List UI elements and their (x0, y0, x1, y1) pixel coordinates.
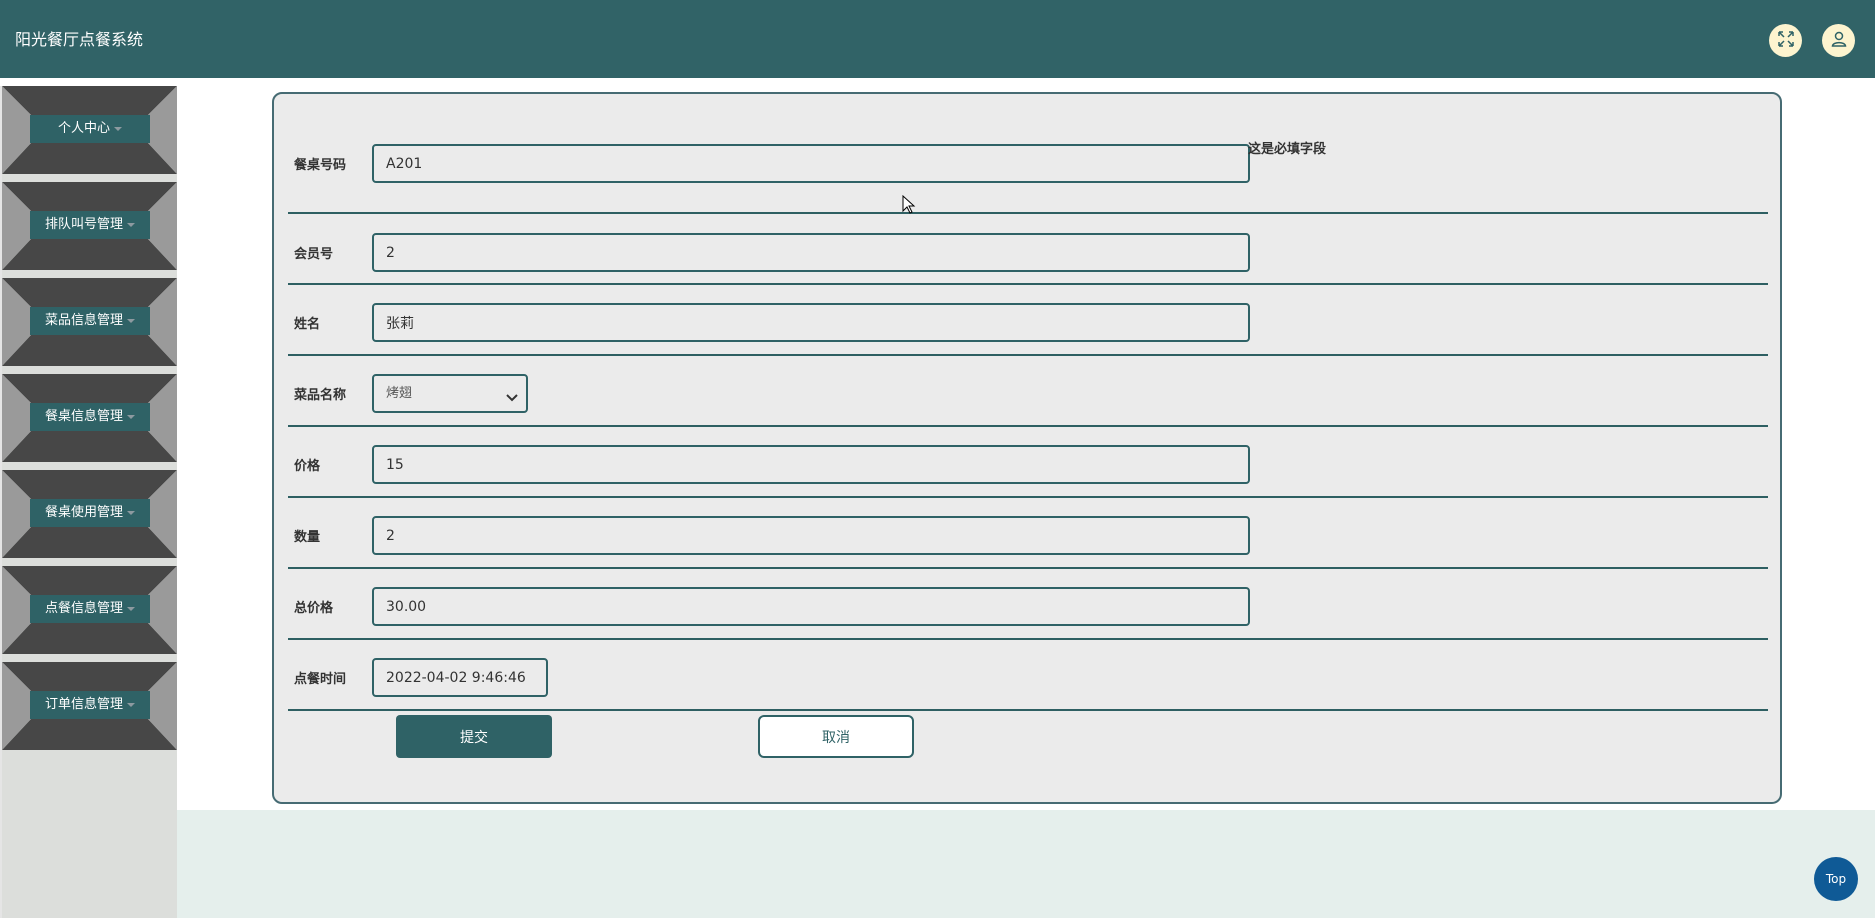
quantity-label: 数量 (294, 530, 321, 545)
form-row-name: 姓名 (288, 285, 1768, 356)
chevron-down-icon (127, 606, 135, 611)
form-row-dish: 菜品名称 烤翅 (288, 356, 1768, 427)
sidebar-item-queue-management[interactable]: 排队叫号管理 (2, 182, 177, 270)
form-row-quantity: 数量 (288, 498, 1768, 569)
sidebar-item-label: 点餐信息管理 (30, 595, 150, 623)
form-row-order-time: 点餐时间 (288, 640, 1768, 711)
sidebar-item-label: 订单信息管理 (30, 691, 150, 719)
fullscreen-icon (1777, 30, 1795, 52)
price-input[interactable] (372, 445, 1250, 484)
dish-label: 菜品名称 (294, 388, 347, 403)
total-input[interactable] (372, 587, 1250, 626)
sidebar-item-label: 个人中心 (30, 115, 150, 143)
sidebar-item-bill-info[interactable]: 订单信息管理 (2, 662, 177, 750)
chevron-down-icon (127, 222, 135, 227)
required-field-note: 这是必填字段 (1248, 142, 1327, 157)
cancel-button[interactable]: 取消 (758, 715, 914, 758)
total-label: 总价格 (294, 601, 334, 616)
mouse-cursor-icon (902, 194, 916, 219)
sidebar-item-label: 餐桌使用管理 (30, 499, 150, 527)
table-no-input[interactable] (372, 144, 1250, 183)
scrollbar-track[interactable] (1864, 78, 1875, 810)
user-button[interactable] (1822, 24, 1855, 57)
form-row-table-no: 餐桌号码 (288, 94, 1768, 214)
top-bar: 阳光餐厅点餐系统 (0, 0, 1875, 78)
chevron-down-icon (127, 510, 135, 515)
sidebar-item-label: 排队叫号管理 (30, 211, 150, 239)
chevron-down-icon (127, 318, 135, 323)
table-no-label: 餐桌号码 (294, 158, 347, 173)
chevron-down-icon (127, 414, 135, 419)
chevron-down-icon (504, 385, 520, 402)
form-row-price: 价格 (288, 427, 1768, 498)
chevron-down-icon (127, 702, 135, 707)
content-footer-area (177, 810, 1875, 918)
member-no-label: 会员号 (294, 247, 334, 262)
order-time-label: 点餐时间 (294, 672, 347, 687)
quantity-input[interactable] (372, 516, 1250, 555)
sidebar-item-dish-management[interactable]: 菜品信息管理 (2, 278, 177, 366)
sidebar-item-label: 菜品信息管理 (30, 307, 150, 335)
submit-button[interactable]: 提交 (396, 715, 552, 758)
back-to-top-button[interactable]: Top (1814, 857, 1858, 901)
form-row-member-no: 会员号 (288, 214, 1768, 285)
name-input[interactable] (372, 303, 1250, 342)
sidebar-item-table-management[interactable]: 餐桌信息管理 (2, 374, 177, 462)
dish-select[interactable]: 烤翅 (372, 374, 528, 413)
fullscreen-button[interactable] (1769, 24, 1802, 57)
name-label: 姓名 (294, 317, 321, 332)
order-time-input[interactable] (372, 658, 548, 697)
order-form-panel: 餐桌号码 会员号 姓名 菜品名称 烤翅 价格 数量 总价格 点餐时间 (272, 92, 1782, 804)
user-icon (1830, 30, 1848, 52)
sidebar-item-label: 餐桌信息管理 (30, 403, 150, 431)
sidebar-item-table-usage[interactable]: 餐桌使用管理 (2, 470, 177, 558)
sidebar-item-personal-center[interactable]: 个人中心 (2, 86, 177, 174)
dish-selected-value: 烤翅 (386, 386, 413, 401)
member-no-input[interactable] (372, 233, 1250, 272)
price-label: 价格 (294, 459, 321, 474)
app-title: 阳光餐厅点餐系统 (15, 30, 144, 49)
chevron-down-icon (114, 126, 122, 131)
form-row-total: 总价格 (288, 569, 1768, 640)
sidebar-item-order-info[interactable]: 点餐信息管理 (2, 566, 177, 654)
